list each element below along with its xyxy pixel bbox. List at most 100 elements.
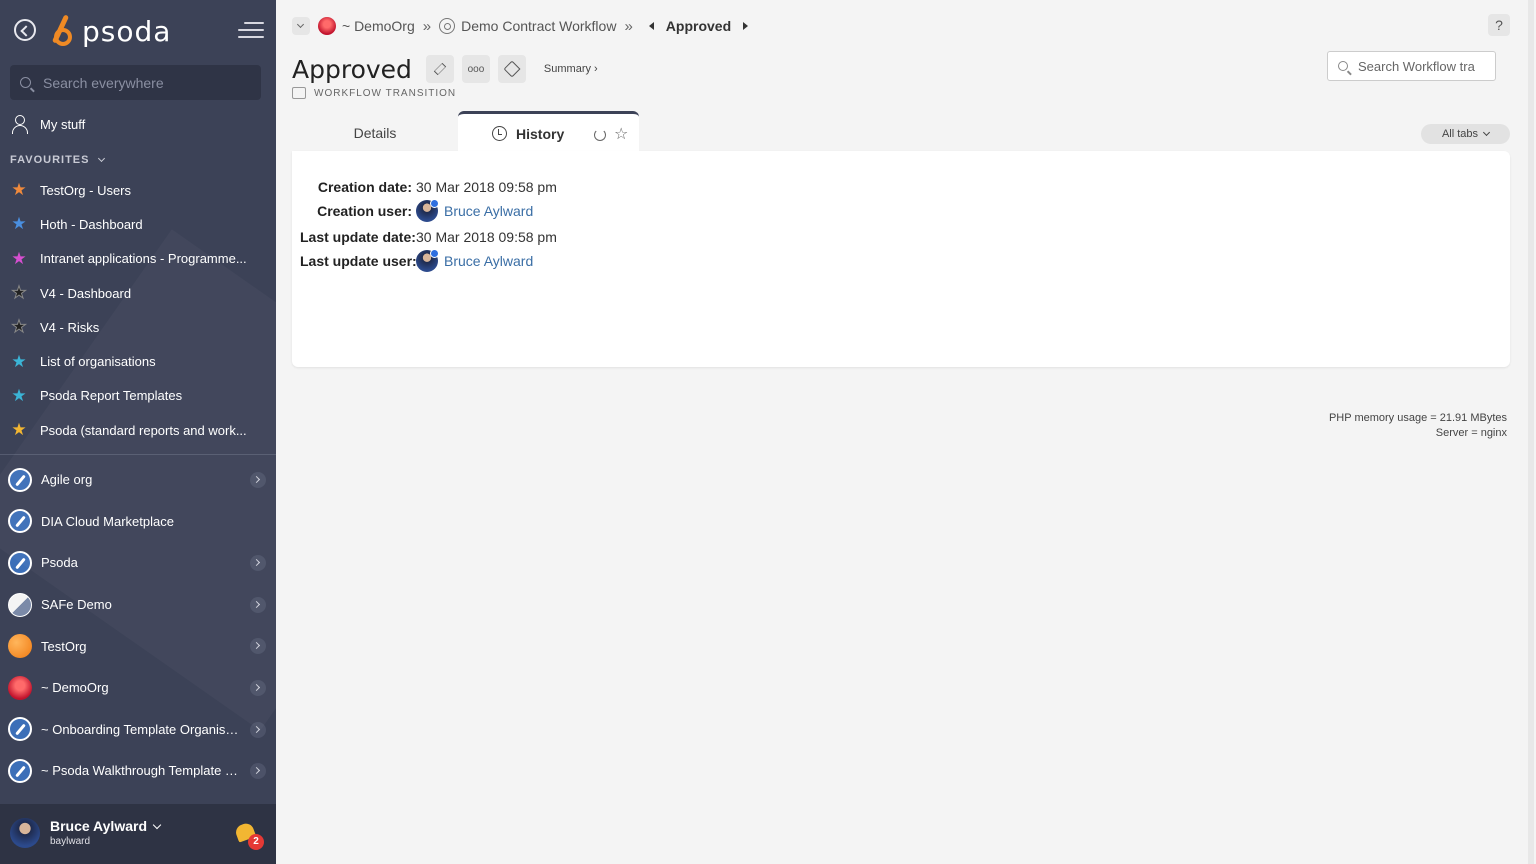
title-row: Approved ooo Summary › bbox=[292, 52, 598, 86]
star-icon: ★ bbox=[11, 420, 27, 440]
breadcrumb: ~ DemoOrg » Demo Contract Workflow » App… bbox=[292, 15, 749, 37]
last-update-user-link[interactable]: Bruce Aylward bbox=[416, 249, 533, 272]
chevron-right-icon[interactable] bbox=[250, 596, 266, 613]
breadcrumb-workflow[interactable]: Demo Contract Workflow bbox=[461, 18, 616, 34]
favourite-label: List of organisations bbox=[40, 354, 156, 370]
tab-bar: Details History ☆ All tabs bbox=[292, 111, 1510, 153]
organisation-item[interactable]: ~ Psoda Walkthrough Template P... bbox=[8, 750, 270, 792]
favourite-item[interactable]: ★ Intranet applications - Programme... bbox=[10, 242, 266, 276]
all-tabs-button[interactable]: All tabs bbox=[1421, 124, 1510, 144]
tab-history-label: History bbox=[516, 125, 565, 142]
workflow-search-input[interactable] bbox=[1358, 58, 1488, 74]
favourites-list: ★ TestOrg - Users ★ Hoth - Dashboard ★ Intran… bbox=[10, 173, 266, 447]
memory-usage: PHP memory usage = 21.91 MBytes bbox=[1328, 412, 1507, 424]
rocket-icon bbox=[8, 550, 32, 575]
tab-history[interactable]: History ☆ bbox=[458, 111, 639, 153]
favourite-item[interactable]: ★ Hoth - Dashboard bbox=[10, 207, 266, 241]
chevron-right-icon[interactable] bbox=[250, 555, 266, 572]
star-icon: ★ bbox=[11, 283, 27, 303]
favourite-label: V4 - Risks bbox=[40, 319, 100, 335]
chevron-right-icon[interactable] bbox=[250, 763, 266, 780]
organisation-label: ~ DemoOrg bbox=[41, 680, 109, 696]
creation-user-link[interactable]: Bruce Aylward bbox=[416, 199, 533, 222]
chevron-right-icon[interactable] bbox=[250, 638, 266, 655]
history-icon bbox=[492, 126, 507, 141]
page-subtitle: WORKFLOW TRANSITION bbox=[292, 87, 456, 99]
psoda-logo[interactable]: psoda bbox=[51, 12, 171, 50]
favourites-header[interactable]: FAVOURITES bbox=[10, 154, 105, 166]
favourite-label: Psoda Report Templates bbox=[40, 388, 183, 404]
organisation-item[interactable]: DIA Cloud Marketplace bbox=[8, 501, 270, 543]
organisation-item[interactable]: ~ Onboarding Template Organisa... bbox=[8, 709, 270, 751]
user-panel[interactable]: Bruce Aylward baylward 2 bbox=[0, 804, 276, 864]
search-everywhere-input[interactable] bbox=[43, 74, 243, 91]
chevron-right-icon[interactable] bbox=[250, 721, 266, 738]
creation-user-label: Creation user: bbox=[317, 203, 412, 219]
avatar[interactable] bbox=[10, 818, 40, 848]
favourite-item[interactable]: ★ TestOrg - Users bbox=[10, 173, 266, 207]
summary-link[interactable]: Summary › bbox=[544, 63, 598, 75]
page-title: Approved bbox=[292, 54, 412, 84]
breadcrumb-separator: » bbox=[422, 17, 432, 35]
star-icon: ★ bbox=[11, 214, 27, 234]
organisation-item[interactable]: TestOrg bbox=[8, 625, 270, 667]
demoorg-icon bbox=[318, 17, 336, 35]
tag-button[interactable] bbox=[497, 55, 526, 83]
favourite-item[interactable]: ★ V4 - Risks bbox=[10, 310, 266, 344]
breadcrumb-dropdown-button[interactable] bbox=[292, 17, 310, 35]
all-tabs-label: All tabs bbox=[1441, 128, 1479, 140]
workflow-icon bbox=[439, 18, 456, 34]
organisation-label: DIA Cloud Marketplace bbox=[41, 513, 174, 529]
star-icon: ★ bbox=[11, 317, 27, 337]
history-panel: Creation date: 30 Mar 2018 09:58 pm Crea… bbox=[292, 151, 1510, 367]
notification-badge[interactable]: 2 bbox=[248, 834, 264, 850]
rocket-icon bbox=[8, 509, 32, 534]
favourites-header-label: FAVOURITES bbox=[10, 154, 90, 166]
page-scrollbar[interactable] bbox=[1528, 0, 1534, 864]
organisation-item[interactable]: SAFe Demo bbox=[8, 584, 270, 626]
workflow-search[interactable] bbox=[1327, 51, 1496, 81]
favourite-item[interactable]: ★ Psoda (standard reports and work... bbox=[10, 413, 266, 447]
creation-user-row: Creation user: Bruce Aylward bbox=[300, 199, 533, 222]
tab-details[interactable]: Details bbox=[292, 111, 458, 151]
creation-date-label: Creation date: bbox=[317, 179, 412, 195]
rocket-icon bbox=[8, 717, 32, 742]
more-icon: ooo bbox=[467, 63, 485, 75]
organisation-label: ~ Psoda Walkthrough Template P... bbox=[41, 763, 241, 779]
help-button[interactable]: ? bbox=[1488, 14, 1510, 36]
server-name: Server = nginx bbox=[1435, 427, 1507, 439]
chevron-down-icon bbox=[152, 820, 162, 830]
my-stuff-label: My stuff bbox=[40, 116, 86, 132]
favourite-item[interactable]: ★ V4 - Dashboard bbox=[10, 276, 266, 310]
favourite-item[interactable]: ★ Psoda Report Templates bbox=[10, 379, 266, 413]
back-icon[interactable] bbox=[14, 19, 36, 41]
star-icon[interactable]: ☆ bbox=[614, 124, 628, 144]
previous-item-icon[interactable] bbox=[648, 22, 654, 30]
organisation-item[interactable]: ~ DemoOrg bbox=[8, 667, 270, 709]
workflow-transition-icon bbox=[292, 87, 306, 99]
breadcrumb-org[interactable]: ~ DemoOrg bbox=[342, 18, 415, 34]
refresh-icon[interactable] bbox=[594, 129, 606, 141]
sidebar-search[interactable] bbox=[10, 65, 261, 100]
more-actions-button[interactable]: ooo bbox=[461, 55, 490, 83]
my-stuff-link[interactable]: My stuff bbox=[10, 114, 85, 134]
organisation-item[interactable]: Psoda bbox=[8, 542, 270, 584]
next-item-icon[interactable] bbox=[743, 22, 749, 30]
edit-button[interactable] bbox=[425, 55, 454, 83]
user-name[interactable]: Bruce Aylward bbox=[50, 818, 162, 834]
demoorg-icon bbox=[8, 675, 32, 700]
chevron-right-icon[interactable] bbox=[250, 679, 266, 696]
creation-date-row: Creation date: 30 Mar 2018 09:58 pm bbox=[300, 179, 557, 195]
breadcrumb-separator: » bbox=[624, 17, 633, 35]
testorg-icon bbox=[8, 634, 32, 659]
organisation-item[interactable]: Agile org bbox=[8, 459, 270, 501]
user-login: baylward bbox=[50, 836, 91, 847]
organisation-label: SAFe Demo bbox=[41, 597, 112, 613]
pencil-icon bbox=[433, 62, 447, 76]
chevron-down-icon bbox=[97, 154, 105, 163]
user-name-label: Bruce Aylward bbox=[50, 818, 147, 834]
favourite-item[interactable]: ★ List of organisations bbox=[10, 344, 266, 378]
collapse-menu-icon[interactable] bbox=[238, 22, 264, 40]
chevron-right-icon[interactable] bbox=[250, 472, 266, 488]
server-info: PHP memory usage = 21.91 MBytes Server =… bbox=[1329, 411, 1507, 441]
